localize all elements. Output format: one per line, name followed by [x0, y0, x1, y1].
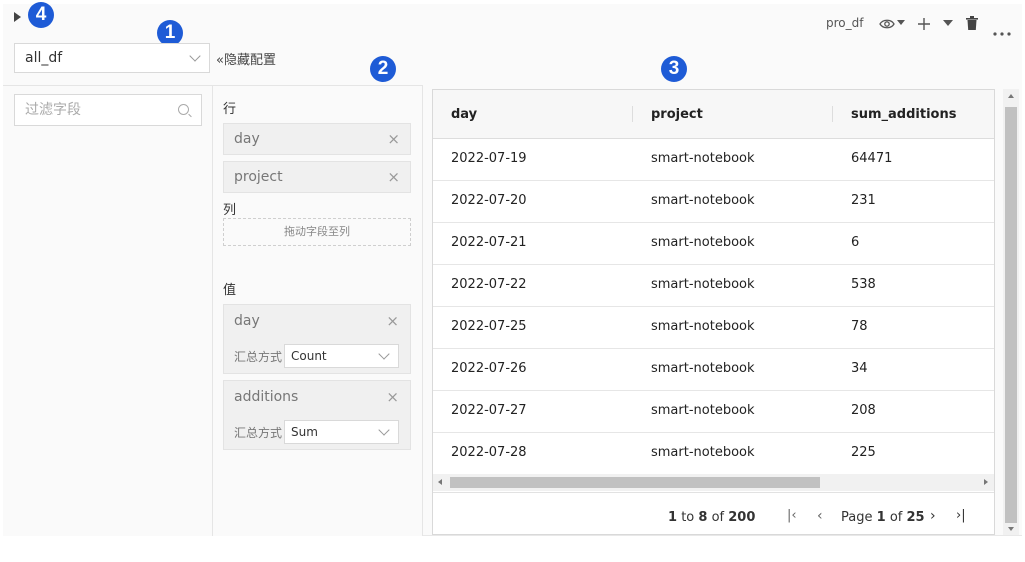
column-header-sum-additions[interactable]: sum_additions — [851, 107, 956, 122]
remove-icon[interactable]: × — [387, 124, 400, 154]
cell-project: smart-notebook — [651, 193, 755, 208]
cell-project: smart-notebook — [651, 445, 755, 460]
table-row: 2022-07-22 smart-notebook 538 — [433, 264, 994, 307]
add-caret-down-icon[interactable] — [943, 20, 953, 26]
chevron-down-icon — [189, 50, 201, 62]
cell-day: 2022-07-19 — [451, 151, 527, 166]
aggregation-label: 汇总方式 — [234, 426, 283, 440]
cell-day: 2022-07-22 — [451, 277, 527, 292]
field-filter-placeholder: 过滤字段 — [25, 102, 81, 118]
dataframe-select[interactable]: all_df — [14, 43, 210, 73]
cell-sum-additions: 208 — [851, 403, 876, 418]
eye-icon[interactable] — [879, 15, 895, 34]
aggregation-label: 汇总方式 — [234, 350, 283, 364]
next-page-icon[interactable]: › — [930, 508, 936, 524]
remove-icon[interactable]: × — [386, 312, 399, 330]
cell-project: smart-notebook — [651, 277, 755, 292]
columns-section-title: 列 — [223, 203, 237, 218]
table-row: 2022-07-25 smart-notebook 78 — [433, 306, 994, 349]
cell-project: smart-notebook — [651, 319, 755, 334]
cell-sum-additions: 78 — [851, 319, 868, 334]
table-row: 2022-07-21 smart-notebook 6 — [433, 222, 994, 265]
annotation-badge-4: 4 — [28, 2, 54, 28]
value-field-card[interactable]: day × 汇总方式 Count — [223, 304, 411, 374]
previous-page-icon[interactable]: ‹ — [817, 508, 823, 524]
remove-icon[interactable]: × — [387, 162, 400, 192]
cell-project: smart-notebook — [651, 151, 755, 166]
table-row: 2022-07-27 smart-notebook 208 — [433, 390, 994, 433]
pivot-result-grid: day project sum_additions 2022-07-19 sma… — [432, 89, 995, 535]
column-header-project[interactable]: project — [651, 107, 703, 122]
cell-day: 2022-07-27 — [451, 403, 527, 418]
hide-config-button[interactable]: «隐藏配置 — [216, 49, 276, 68]
field-filter-input[interactable]: 过滤字段 — [14, 94, 202, 126]
aggregation-select[interactable]: Sum — [284, 420, 399, 444]
values-section-title: 值 — [223, 283, 237, 298]
dataframe-label: pro_df — [826, 16, 864, 30]
visibility-caret-down-icon[interactable] — [897, 20, 905, 25]
annotation-badge-2: 2 — [370, 56, 396, 82]
table-row: 2022-07-26 smart-notebook 34 — [433, 348, 994, 391]
cell-project: smart-notebook — [651, 235, 755, 250]
cell-sum-additions: 225 — [851, 445, 876, 460]
aggregation-select[interactable]: Count — [284, 344, 399, 368]
cell-project: smart-notebook — [651, 403, 755, 418]
trash-icon[interactable] — [966, 15, 978, 34]
cell-project: smart-notebook — [651, 361, 755, 376]
scroll-right-icon[interactable] — [984, 479, 988, 485]
dataframe-select-value: all_df — [25, 50, 63, 66]
rows-section-title: 行 — [223, 102, 237, 117]
first-page-icon[interactable]: |‹ — [787, 508, 797, 523]
page-indicator: Page 1 of 25 — [841, 510, 925, 525]
more-icon[interactable] — [993, 21, 1011, 40]
last-page-icon[interactable]: ›| — [956, 508, 966, 523]
search-icon — [178, 104, 189, 115]
cell-day: 2022-07-25 — [451, 319, 527, 334]
cell-sum-additions: 64471 — [851, 151, 893, 166]
grid-header: day project sum_additions — [433, 90, 994, 139]
table-row: 2022-07-20 smart-notebook 231 — [433, 180, 994, 223]
cell-day: 2022-07-20 — [451, 193, 527, 208]
column-resize-handle[interactable] — [632, 106, 633, 122]
chevron-down-icon — [378, 424, 390, 436]
aggregation-value: Count — [291, 349, 327, 363]
field-list-panel — [3, 85, 213, 536]
value-field-label: day — [234, 313, 260, 329]
cell-day: 2022-07-26 — [451, 361, 527, 376]
remove-icon[interactable]: × — [386, 388, 399, 406]
column-resize-handle[interactable] — [832, 106, 833, 122]
aggregation-value: Sum — [291, 425, 318, 439]
cell-day: 2022-07-21 — [451, 235, 527, 250]
scroll-down-icon[interactable] — [1008, 527, 1014, 531]
value-field-label: additions — [234, 389, 299, 405]
scroll-up-icon[interactable] — [1008, 94, 1014, 98]
annotation-badge-3: 3 — [661, 56, 687, 82]
cell-sum-additions: 34 — [851, 361, 868, 376]
row-field-label: day — [234, 131, 260, 147]
horizontal-scroll-thumb[interactable] — [450, 477, 820, 488]
row-field-label: project — [234, 169, 283, 185]
horizontal-scrollbar[interactable] — [433, 474, 994, 491]
row-field-chip[interactable]: day × — [223, 123, 411, 155]
pagination-bar: 1 to 8 of 200 |‹ ‹ Page 1 of 25 › ›| — [433, 492, 994, 535]
cell-day: 2022-07-28 — [451, 445, 527, 460]
table-row: 2022-07-19 smart-notebook 64471 — [433, 138, 994, 181]
row-range-summary: 1 to 8 of 200 — [668, 510, 756, 525]
vertical-scroll-thumb[interactable] — [1005, 107, 1017, 523]
cell-sum-additions: 6 — [851, 235, 860, 250]
vertical-scrollbar[interactable] — [1003, 89, 1019, 535]
value-field-card[interactable]: additions × 汇总方式 Sum — [223, 380, 411, 450]
chevron-down-icon — [378, 348, 390, 360]
column-header-day[interactable]: day — [451, 107, 477, 122]
collapse-toggle-icon[interactable] — [14, 12, 21, 22]
cell-sum-additions: 538 — [851, 277, 876, 292]
row-field-chip[interactable]: project × — [223, 161, 411, 193]
plus-icon[interactable] — [917, 16, 931, 35]
cell-sum-additions: 231 — [851, 193, 876, 208]
table-row: 2022-07-28 smart-notebook 225 — [433, 432, 994, 475]
scroll-left-icon[interactable] — [438, 479, 442, 485]
columns-drop-zone[interactable]: 拖动字段至列 — [223, 218, 411, 246]
